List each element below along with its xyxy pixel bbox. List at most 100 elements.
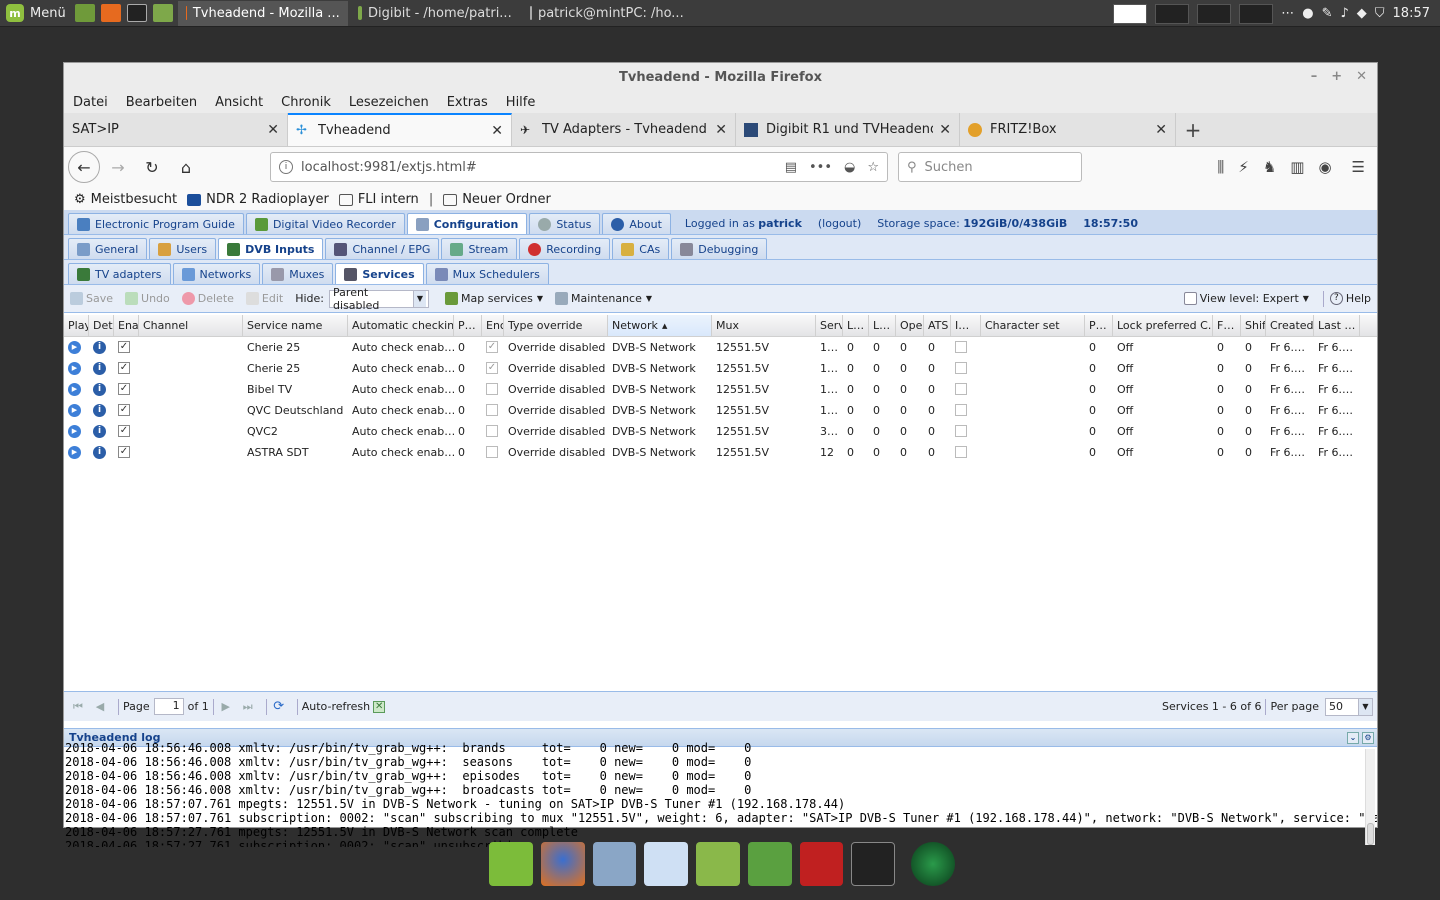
close-icon[interactable]: ✕ — [1356, 69, 1367, 84]
table-row[interactable]: ▶ i ✓ QVC Deutschland Auto check enab… 0 Overr… — [64, 400, 1377, 421]
menu-ansicht[interactable]: Ansicht — [206, 95, 272, 110]
tab-recording[interactable]: Recording — [519, 238, 611, 259]
taskbar-window-firefox[interactable]: Tvheadend - Mozilla ... — [177, 0, 348, 26]
dropbox-icon[interactable]: ◆ — [1357, 6, 1367, 21]
play-icon[interactable]: ▶ — [68, 403, 81, 417]
column-header[interactable]: Network ▲ — [608, 315, 712, 336]
details-icon[interactable]: i — [93, 445, 106, 459]
volume-icon[interactable]: ♪ — [1340, 6, 1348, 21]
ignore-checkbox[interactable] — [955, 425, 967, 437]
ignore-checkbox[interactable] — [955, 404, 967, 416]
bookmark-meistbesucht[interactable]: ⚙ Meistbesucht — [74, 192, 177, 207]
settings-gear-icon[interactable]: ⚙ — [1362, 731, 1374, 744]
ignore-checkbox[interactable] — [955, 446, 967, 458]
back-button[interactable]: ← — [68, 151, 100, 183]
enabled-checkbox[interactable]: ✓ — [118, 404, 130, 416]
workspace-1[interactable] — [1113, 3, 1148, 24]
column-header[interactable]: Lock preferred C… — [1113, 315, 1213, 336]
menu-datei[interactable]: Datei — [64, 95, 117, 110]
table-row[interactable]: ▶ i ✓ Cherie 25 Auto check enab… 0 ✓ Override d… — [64, 337, 1377, 358]
search-input[interactable]: ⚲ Suchen — [898, 152, 1082, 182]
column-header[interactable]: Service name — [243, 315, 348, 336]
forward-button[interactable]: → — [102, 151, 134, 183]
ignore-checkbox[interactable] — [955, 341, 967, 353]
details-icon[interactable]: i — [93, 424, 106, 438]
details-icon[interactable]: i — [93, 403, 106, 417]
show-desktop-icon[interactable] — [74, 4, 95, 22]
column-header[interactable]: Character set — [981, 315, 1085, 336]
user-icon[interactable]: ● — [1302, 6, 1313, 21]
play-icon[interactable]: ▶ — [68, 340, 81, 354]
browser-tab-satip[interactable]: SAT>IP ✕ — [64, 113, 288, 146]
reload-button[interactable]: ↻ — [136, 151, 168, 183]
sidebar-icon[interactable]: ▥ — [1290, 158, 1304, 176]
column-header[interactable]: Created — [1266, 315, 1314, 336]
edit-button[interactable]: Edit — [244, 292, 285, 305]
bookmark-ndr2[interactable]: NDR 2 Radioplayer — [187, 192, 329, 207]
workspace-4[interactable] — [1239, 3, 1274, 24]
url-bar[interactable]: i localhost:9981/extjs.html# ▤ ••• ◒ ☆ — [270, 152, 888, 182]
enabled-checkbox[interactable]: ✓ — [118, 425, 130, 437]
bookmark-folder-fli-intern[interactable]: FLI intern — [338, 192, 419, 207]
column-header[interactable]: I… — [951, 315, 981, 336]
menu-lesezeichen[interactable]: Lesezeichen — [340, 95, 438, 110]
glasses-extension-icon[interactable]: ◉ — [1318, 158, 1331, 176]
tab-debugging[interactable]: Debugging — [671, 238, 768, 259]
view-level-button[interactable]: View level: Expert ▼ — [1182, 292, 1311, 305]
enabled-checkbox[interactable]: ✓ — [118, 383, 130, 395]
tab-mux-schedulers[interactable]: Mux Schedulers — [425, 263, 549, 284]
thunderbird-dock-icon[interactable] — [592, 842, 637, 886]
scrollbar-thumb[interactable] — [1367, 823, 1374, 845]
tab-dvr[interactable]: Digital Video Recorder — [245, 213, 405, 234]
next-page-icon[interactable]: ▶ — [218, 700, 234, 713]
browser-tab-tv-adapters[interactable]: ✈ TV Adapters - Tvheadend 4.0 ✕ — [512, 113, 736, 146]
files-dock-icon[interactable] — [696, 842, 740, 886]
delete-button[interactable]: Delete — [180, 292, 236, 305]
tab-muxes[interactable]: Muxes — [262, 263, 334, 284]
writer-dock-icon[interactable] — [644, 842, 689, 886]
column-header[interactable]: Last … — [1314, 315, 1360, 336]
close-tab-icon[interactable]: ✕ — [939, 122, 951, 138]
column-header[interactable]: ATS — [924, 315, 951, 336]
hide-select[interactable]: Parent disabled ▼ — [329, 286, 430, 312]
workspace-2[interactable] — [1155, 3, 1190, 24]
browser-tab-digibit[interactable]: Digibit R1 und TVHeadend Pro ✕ — [736, 113, 960, 146]
enabled-checkbox[interactable]: ✓ — [118, 446, 130, 458]
home-button[interactable]: ⌂ — [170, 151, 202, 183]
new-tab-button[interactable]: + — [1176, 113, 1210, 146]
play-icon[interactable]: ▶ — [68, 382, 81, 396]
log-vertical-scrollbar[interactable] — [1365, 749, 1375, 845]
table-row[interactable]: ▶ i ✓ QVC2 Auto check enab… 0 Override disable… — [64, 421, 1377, 442]
tab-channel-epg[interactable]: Channel / EPG — [325, 238, 440, 259]
column-header[interactable]: Mux — [712, 315, 816, 336]
library-icon[interactable]: ⫼ — [1217, 158, 1224, 176]
table-row[interactable]: ▶ i ✓ Cherie 25 Auto check enab… 0 ✓ Override d… — [64, 358, 1377, 379]
details-icon[interactable]: i — [93, 382, 106, 396]
shield-icon[interactable]: ⛉ — [1375, 6, 1385, 21]
auto-refresh-checkbox[interactable]: ✕ — [373, 700, 386, 713]
browser-tab-tvheadend[interactable]: ✢ Tvheadend ✕ — [288, 113, 512, 146]
site-info-icon[interactable]: i — [279, 160, 293, 174]
hamburger-menu-icon[interactable]: ☰ — [1352, 158, 1365, 176]
start-menu-button[interactable]: m Menü — [0, 0, 72, 27]
column-header[interactable]: P… — [454, 315, 482, 336]
play-icon[interactable]: ▶ — [68, 445, 81, 459]
per-page-select[interactable]: 50 ▼ — [1325, 697, 1373, 716]
tab-networks[interactable]: Networks — [172, 263, 261, 284]
tab-configuration[interactable]: Configuration — [406, 213, 528, 234]
menu-bearbeiten[interactable]: Bearbeiten — [117, 95, 206, 110]
column-header[interactable]: Play — [64, 315, 89, 336]
refresh-icon[interactable]: ⟳ — [271, 699, 287, 714]
first-page-icon[interactable]: ⏮ — [70, 700, 86, 714]
maintenance-button[interactable]: Maintenance ▼ — [553, 292, 654, 305]
enabled-checkbox[interactable]: ✓ — [118, 362, 130, 374]
taskbar-window-terminal[interactable]: patrick@mintPC: /ho... — [522, 1, 692, 26]
details-icon[interactable]: i — [93, 340, 106, 354]
tab-about[interactable]: About — [602, 213, 671, 234]
minimize-icon[interactable]: – — [1311, 69, 1318, 84]
column-header[interactable]: Automatic checking — [348, 315, 454, 336]
bookmark-folder-neuer-ordner[interactable]: Neuer Ordner — [443, 192, 551, 207]
collapse-icon[interactable]: ⌄ — [1347, 731, 1359, 744]
ignore-checkbox[interactable] — [955, 362, 967, 374]
reader-view-icon[interactable]: ▤ — [785, 160, 797, 175]
